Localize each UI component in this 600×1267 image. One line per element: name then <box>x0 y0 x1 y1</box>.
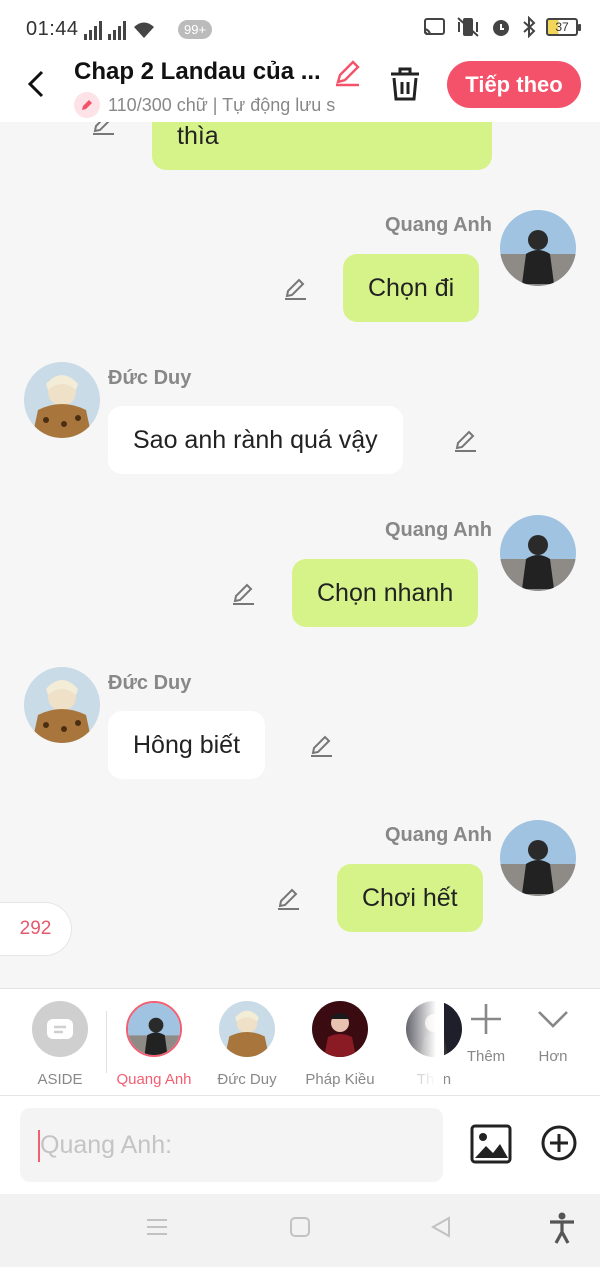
aside-icon <box>32 1001 88 1057</box>
save-status-row: 110/300 chữ | Tự động lưu s <box>74 92 362 118</box>
character-phap-kieu[interactable]: Pháp Kiều <box>294 1001 386 1088</box>
back-button[interactable] <box>22 66 52 102</box>
message-text: Chọn nhanh <box>317 578 454 607</box>
add-circle-button[interactable] <box>540 1124 578 1162</box>
character-bar: ASIDE Quang Anh Đức Duy Pháp Kiều Thàn T… <box>0 988 600 1096</box>
delete-button[interactable] <box>386 64 424 104</box>
add-character-button[interactable]: Thêm <box>456 1001 516 1065</box>
message-input[interactable] <box>20 1108 443 1182</box>
add-label: Thêm <box>466 1048 506 1065</box>
message-text: Chơi hết <box>362 883 458 912</box>
alarm-icon <box>493 20 509 36</box>
divider <box>106 1011 107 1073</box>
input-bar <box>0 1096 600 1194</box>
avatar <box>312 1001 368 1057</box>
next-button[interactable]: Tiếp theo <box>447 61 581 108</box>
word-status-text: 110/300 chữ | Tự động lưu s <box>108 94 336 115</box>
message-bubble[interactable]: Sao anh rành quá vậy <box>108 406 403 474</box>
chevron-down-icon <box>538 1011 568 1028</box>
character-label: Quang Anh <box>116 1071 192 1088</box>
signal-icon-2 <box>108 20 126 40</box>
edit-message-icon[interactable] <box>282 275 308 301</box>
character-label: ASIDE <box>37 1071 83 1088</box>
notification-badge: 99+ <box>178 20 213 39</box>
edit-message-icon[interactable] <box>452 427 478 453</box>
avatar <box>126 1001 182 1057</box>
chat-area: thìa Quang Anh Chọn đi Đức Duy Sao anh r… <box>0 122 600 988</box>
status-bar: 01:44 99+ 37 <box>0 0 600 58</box>
avatar <box>219 1001 275 1057</box>
home-icon[interactable] <box>289 1216 311 1238</box>
character-label: Pháp Kiều <box>305 1071 375 1088</box>
avatar-quang-anh[interactable] <box>500 515 576 591</box>
edit-message-icon[interactable] <box>275 885 301 911</box>
message-text: thìa <box>177 122 219 150</box>
pencil-icon <box>74 92 100 118</box>
message-bubble[interactable]: Hông biết <box>108 711 266 779</box>
scroll-fade <box>392 989 444 1095</box>
status-time: 01:44 <box>26 18 79 40</box>
signal-icon <box>84 20 102 40</box>
message-bubble[interactable]: thìa <box>152 122 492 170</box>
character-duc-duy[interactable]: Đức Duy <box>201 1001 293 1088</box>
character-aside[interactable]: ASIDE <box>14 1001 106 1088</box>
speaker-name: Đức Duy <box>108 672 192 694</box>
speaker-name: Đức Duy <box>108 367 192 389</box>
network-icons <box>84 16 156 40</box>
edit-message-icon[interactable] <box>308 732 334 758</box>
speaker-name: Quang Anh <box>384 824 492 846</box>
speaker-name: Quang Anh <box>384 519 492 541</box>
battery-icon: 37 <box>546 18 581 36</box>
edit-title-icon[interactable] <box>332 58 362 88</box>
back-nav-icon[interactable] <box>430 1216 452 1238</box>
message-bubble[interactable]: Chọn đi <box>343 254 480 322</box>
menu-icon[interactable] <box>146 1216 168 1238</box>
avatar-duc-duy[interactable] <box>24 362 100 438</box>
system-icons: 37 <box>422 16 581 38</box>
vibrate-icon <box>457 17 479 37</box>
character-quang-anh[interactable]: Quang Anh <box>108 1001 200 1088</box>
avatar-quang-anh[interactable] <box>500 820 576 896</box>
edit-message-icon[interactable] <box>230 580 256 606</box>
word-count-badge[interactable]: 292 <box>0 902 72 956</box>
plus-icon <box>471 1004 501 1034</box>
accessibility-icon[interactable] <box>548 1212 576 1244</box>
message-text: Hông biết <box>133 730 241 759</box>
avatar-quang-anh[interactable] <box>500 210 576 286</box>
edit-message-icon[interactable] <box>90 122 116 136</box>
image-button[interactable] <box>470 1124 512 1164</box>
wifi-icon <box>134 22 154 38</box>
message-text: Chọn đi <box>368 273 455 302</box>
chapter-title[interactable]: Chap 2 Landau của ... <box>74 58 334 86</box>
message-bubble[interactable]: Chơi hết <box>337 864 483 932</box>
system-nav-bar <box>0 1194 600 1267</box>
message-text: Sao anh rành quá vậy <box>133 425 378 454</box>
text-caret <box>38 1130 40 1162</box>
speaker-name: Quang Anh <box>384 214 492 236</box>
more-button[interactable]: Hơn <box>523 1001 583 1065</box>
bluetooth-icon <box>523 16 536 38</box>
more-label: Hơn <box>538 1048 568 1065</box>
cast-icon <box>423 18 445 36</box>
message-bubble[interactable]: Chọn nhanh <box>292 559 479 627</box>
editor-header: Chap 2 Landau của ... 110/300 chữ | Tự đ… <box>0 58 600 122</box>
avatar-duc-duy[interactable] <box>24 667 100 743</box>
character-label: Đức Duy <box>217 1071 277 1088</box>
